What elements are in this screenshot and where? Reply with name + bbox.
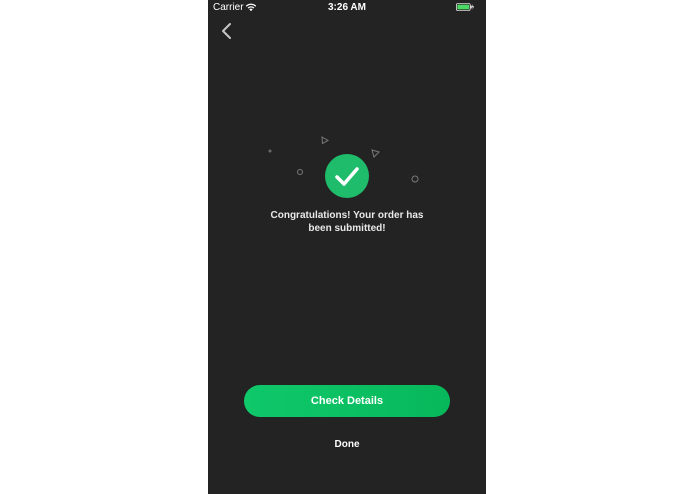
success-message-line-1: Congratulations! Your order has — [270, 210, 424, 221]
chevron-left-icon — [222, 23, 231, 39]
battery-icon — [456, 3, 474, 11]
success-message-line-2: been submitted! — [308, 222, 386, 234]
confetti-decoration — [268, 136, 419, 183]
status-time: 3:26 AM — [328, 2, 366, 13]
bolt-icon — [471, 3, 474, 11]
back-button[interactable] — [218, 20, 236, 42]
success-badge — [325, 154, 369, 198]
checkmark-icon — [335, 167, 359, 186]
done-button[interactable]: Done — [208, 439, 486, 450]
status-bar: Carrier 3:26 AM — [208, 0, 486, 15]
phone-screen: Carrier 3:26 AM Congratulations! Your or… — [208, 0, 486, 494]
check-details-button[interactable]: Check Details — [244, 385, 450, 417]
success-message: Congratulations! Your order has been sub… — [238, 210, 456, 235]
